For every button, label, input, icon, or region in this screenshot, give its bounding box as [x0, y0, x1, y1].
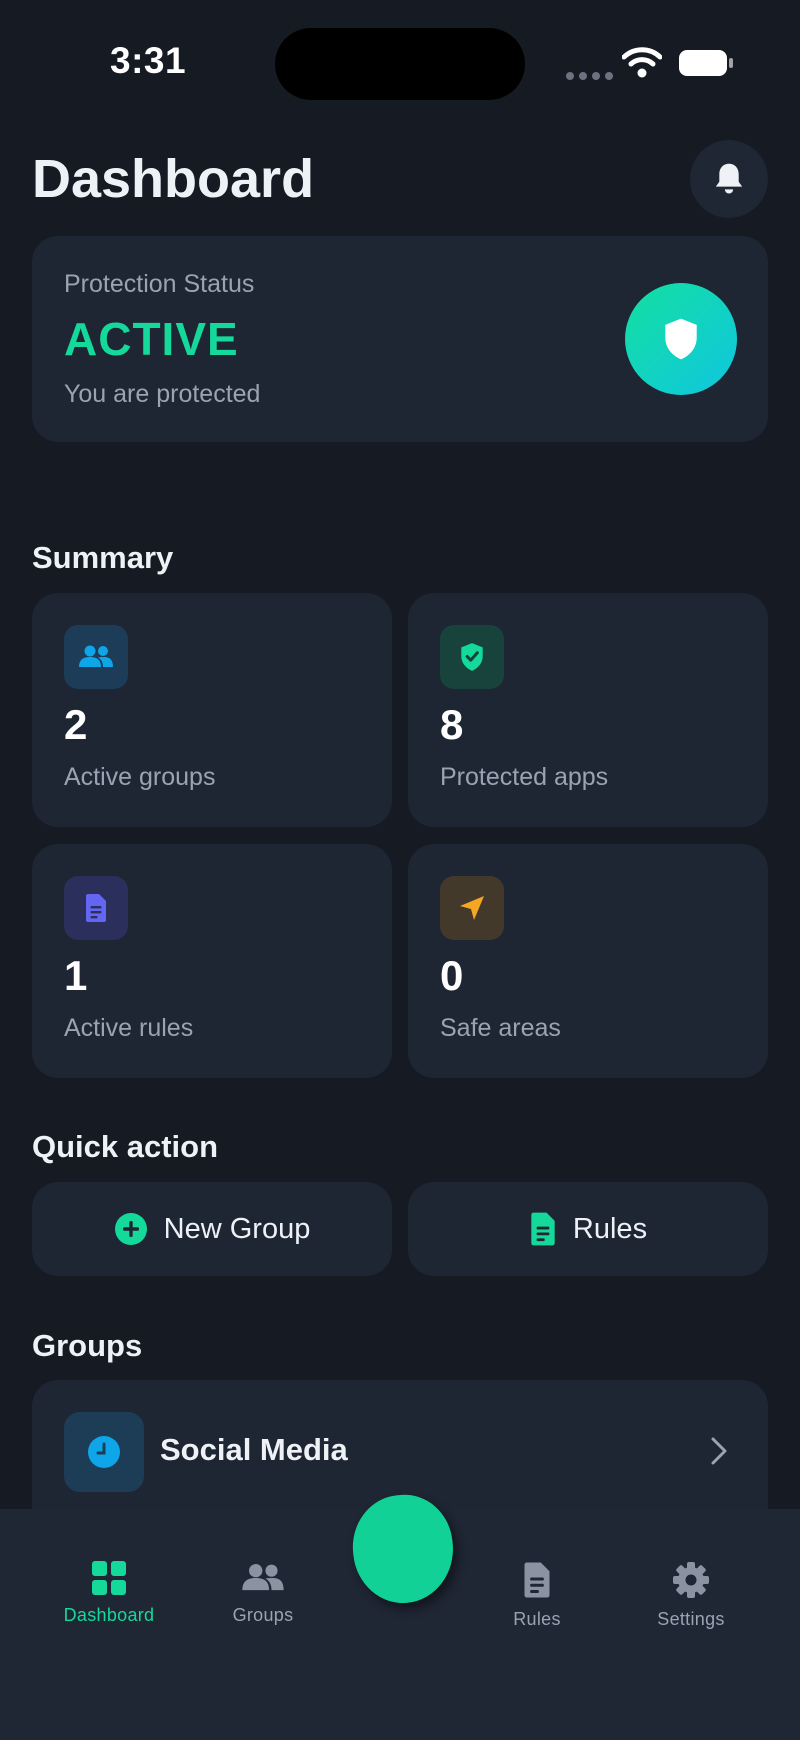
tab-rules-label: Rules: [513, 1609, 561, 1629]
rules-label: Rules: [572, 1212, 648, 1245]
grid-icon: [92, 1561, 126, 1595]
protected-apps-count: 8: [440, 701, 464, 748]
protection-status-card: Protection Status ACTIVE You are protect…: [32, 236, 768, 442]
chevron-right-icon: [711, 1437, 727, 1465]
dashboard-screen: 3:31 Dashboard Protection Status ACTIVE …: [0, 0, 800, 1740]
tab-groups[interactable]: Groups: [193, 1561, 333, 1626]
tab-settings-label: Settings: [657, 1609, 725, 1629]
clock-icon: [64, 1412, 144, 1492]
document-icon: [524, 1562, 550, 1598]
new-group-button[interactable]: New Group: [32, 1182, 392, 1276]
gear-icon: [673, 1562, 709, 1598]
protection-status-label: Protection Status: [64, 270, 255, 298]
active-rules-label: Active rules: [64, 1014, 194, 1042]
groups-title: Groups: [32, 1328, 143, 1363]
rules-button[interactable]: Rules: [408, 1182, 768, 1276]
tab-dashboard-label: Dashboard: [63, 1605, 155, 1625]
shield-icon: [665, 318, 697, 360]
wifi-icon: [622, 47, 662, 78]
document-icon: [64, 876, 128, 940]
summary-tile-active-rules[interactable]: 1 Active rules: [32, 844, 392, 1078]
quick-action-title: Quick action: [32, 1129, 219, 1164]
summary-tile-protected-apps[interactable]: 8 Protected apps: [408, 593, 768, 827]
location-arrow-icon: [440, 876, 504, 940]
users-icon: [242, 1564, 284, 1591]
document-icon: [531, 1212, 555, 1246]
tab-dashboard[interactable]: Dashboard: [39, 1561, 179, 1626]
shield-check-icon: [440, 625, 504, 689]
protection-toggle-button[interactable]: [625, 283, 737, 395]
notifications-button[interactable]: [690, 140, 768, 218]
summary-tile-active-groups[interactable]: 2 Active groups: [32, 593, 392, 827]
safe-areas-count: 0: [440, 952, 464, 999]
users-icon: [64, 625, 128, 689]
protected-apps-label: Protected apps: [440, 763, 609, 791]
protection-status-value: ACTIVE: [64, 313, 239, 365]
new-group-label: New Group: [163, 1212, 311, 1245]
bell-icon: [715, 163, 743, 194]
plus-circle-icon: [114, 1213, 147, 1245]
protection-status-subtitle: You are protected: [64, 380, 261, 408]
tab-settings[interactable]: Settings: [621, 1561, 761, 1630]
battery-icon: [679, 50, 733, 76]
summary-tile-safe-areas[interactable]: 0 Safe areas: [408, 844, 768, 1078]
safe-areas-label: Safe areas: [440, 1014, 561, 1042]
group-item-social-media[interactable]: Social Media: [32, 1380, 768, 1510]
tab-rules[interactable]: Rules: [467, 1561, 607, 1630]
page-title: Dashboard: [32, 149, 315, 209]
status-time: 3:31: [110, 40, 187, 81]
active-groups-count: 2: [64, 701, 88, 748]
group-name: Social Media: [160, 1432, 348, 1467]
tab-groups-label: Groups: [232, 1605, 294, 1625]
summary-title: Summary: [32, 540, 174, 575]
cellular-signal-icon: [566, 72, 613, 80]
dynamic-island: [275, 28, 525, 100]
active-groups-label: Active groups: [64, 763, 216, 791]
active-rules-count: 1: [64, 952, 88, 999]
